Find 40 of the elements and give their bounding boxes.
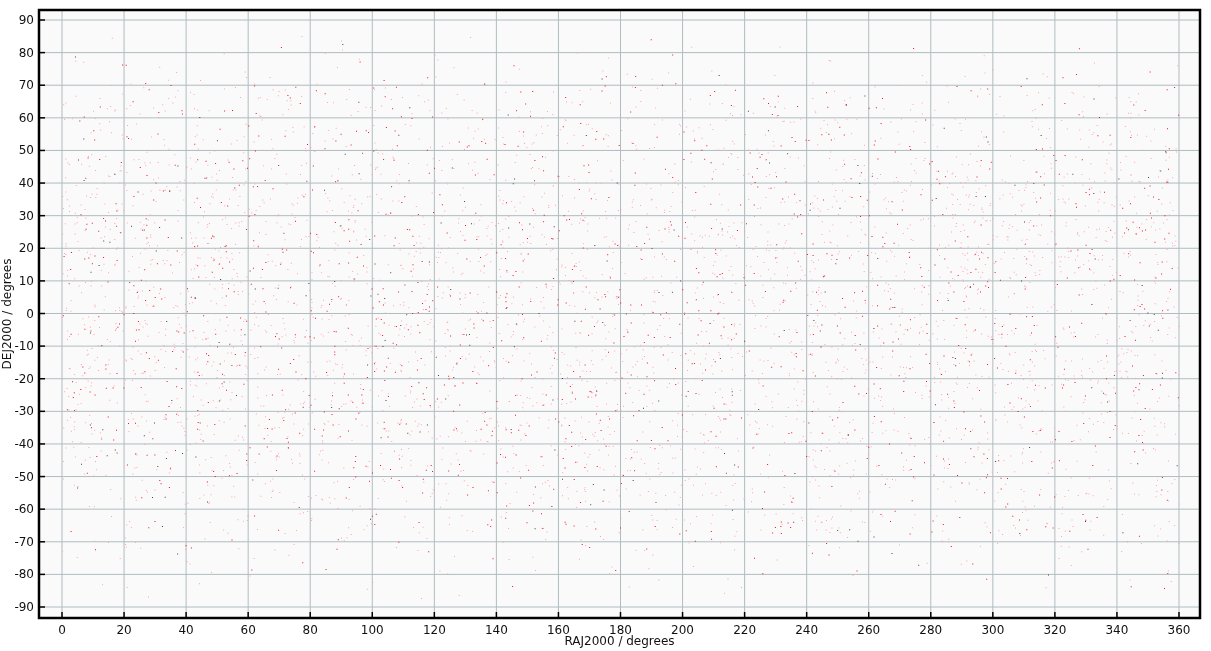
- x-tick-label: 220: [733, 623, 757, 637]
- y-tick-label: -90: [14, 600, 34, 614]
- y-tick-label: -30: [14, 404, 34, 419]
- x-tick-label: 280: [919, 623, 943, 637]
- x-tick-label: 180: [609, 623, 632, 637]
- y-tick-label: -20: [14, 371, 34, 386]
- x-tick-label: 260: [857, 623, 881, 637]
- x-tick-label: 100: [360, 623, 384, 637]
- y-tick-label: 60: [18, 110, 34, 125]
- y-tick-label: 70: [18, 78, 34, 93]
- y-tick-label: -10: [14, 339, 34, 354]
- y-tick-label: 0: [26, 306, 34, 321]
- x-tick-label: 120: [422, 623, 446, 637]
- x-tick-label: 360: [1167, 623, 1191, 637]
- x-tick-label: 20: [116, 623, 132, 637]
- x-tick-label: 80: [302, 623, 318, 637]
- y-tick-label: 40: [18, 176, 34, 191]
- x-tick-label: 340: [1105, 623, 1129, 637]
- x-tick-label: 140: [484, 623, 508, 637]
- y-tick-label: -80: [14, 567, 34, 582]
- x-tick-label: 300: [981, 623, 1005, 637]
- x-axis-title: RAJ2000 / degrees: [564, 634, 675, 648]
- y-tick-label: 10: [18, 273, 34, 288]
- y-axis-title: DEJ2000 / degrees: [0, 258, 14, 370]
- x-tick-label: 40: [178, 623, 194, 637]
- y-tick-label: -70: [14, 534, 34, 549]
- y-tick-label: -40: [14, 436, 34, 451]
- y-tick-label: 90: [18, 13, 34, 27]
- x-tick-label: 200: [671, 623, 694, 637]
- y-tick-label: 30: [18, 208, 34, 223]
- x-tick-label: 0: [58, 623, 66, 637]
- x-tick-label: 160: [547, 623, 570, 637]
- y-tick-label: -60: [14, 502, 34, 517]
- y-tick-label: 20: [18, 241, 34, 256]
- x-tick-label: 320: [1043, 623, 1067, 637]
- y-tick-label: 50: [18, 143, 34, 158]
- y-tick-label: -50: [14, 469, 34, 484]
- x-tick-label: 240: [795, 623, 819, 637]
- y-tick-label: 80: [18, 45, 34, 60]
- x-tick-label: 60: [240, 623, 256, 637]
